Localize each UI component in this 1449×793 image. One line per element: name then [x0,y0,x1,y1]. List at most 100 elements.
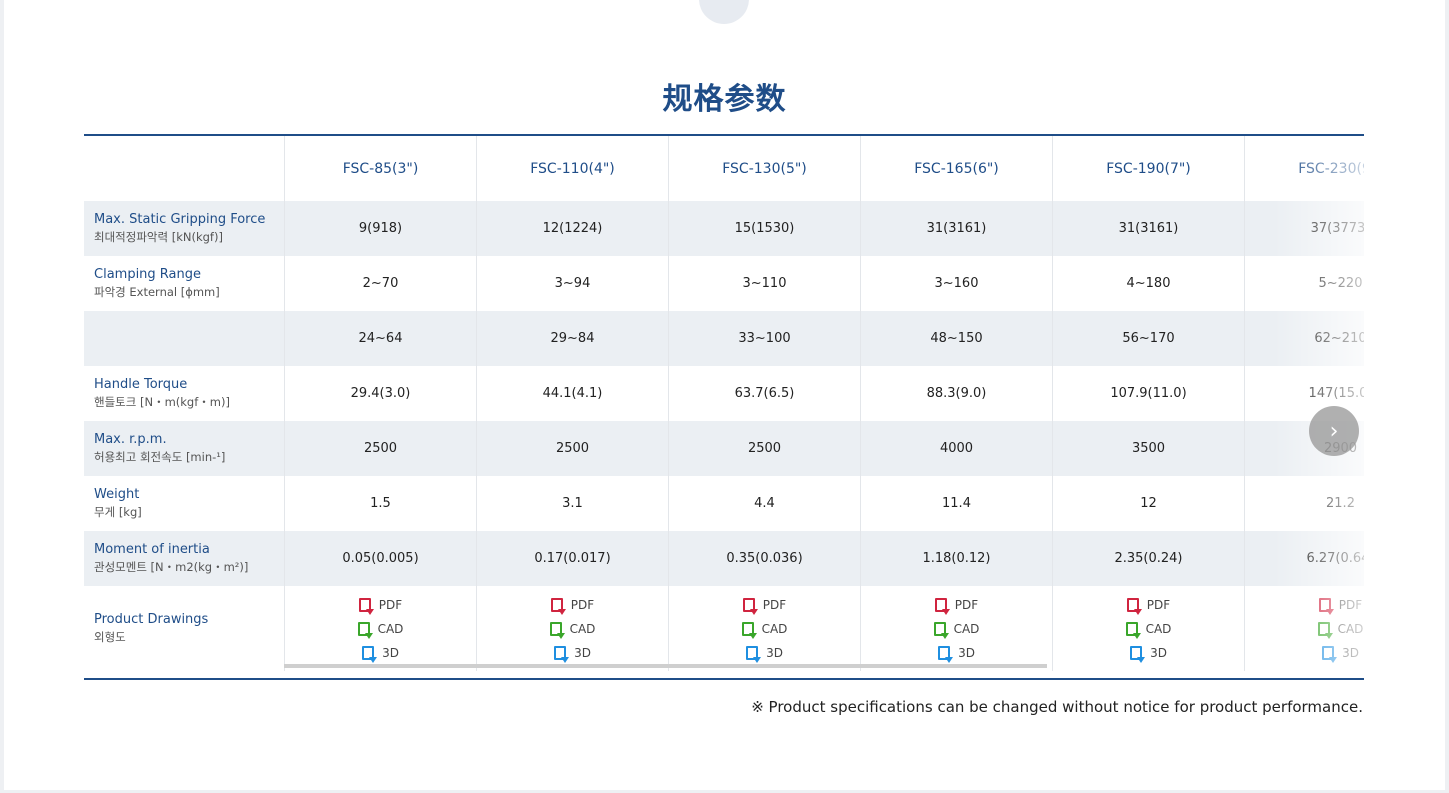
chevron-right-icon: › [1329,418,1339,444]
row-label: Handle Torque 핸들토크 [N・m(kgf・m)] [84,366,284,421]
drawing-link-label: PDF [1146,597,1171,612]
drawing-link-label: 3D [574,645,591,660]
next-arrow-button[interactable]: › [1309,406,1359,456]
drawing-link-label: CAD [1337,621,1364,636]
drawing-link-label: PDF [762,597,787,612]
drawings-cell: PDF CAD 3D [861,586,1052,671]
pdf-file-icon [358,597,374,615]
drawing-link-label: 3D [766,645,783,660]
spec-value: 2500 [669,421,860,476]
3d-file-icon [362,645,378,663]
model-header: FSC-110(4") [530,160,615,177]
spec-value: 4000 [861,421,1052,476]
model-header: FSC-130(5") [722,160,807,177]
model-column: FSC-85(3") 9(918) 2~70 24~64 29.4(3.0) 2500 1.… [284,136,476,671]
cad-file-icon [1125,621,1141,639]
spec-value: 0.17(0.017) [477,531,668,586]
header-label-cell [84,136,284,201]
row-label-ko: 파악경 External [ϕmm] [94,285,220,299]
spec-value: 4.4 [754,496,775,511]
drawing-link-pdf[interactable]: PDF [742,593,787,617]
spec-value: 4~180 [1126,276,1171,291]
drawing-link-cad[interactable]: CAD [549,617,595,641]
spec-value: 2.35(0.24) [1053,531,1244,586]
spec-value: 48~150 [861,311,1052,366]
row-label: Max. r.p.m. 허용최고 회전속도 [min-¹] [84,421,284,476]
drawing-link-3d[interactable]: 3D [1130,641,1167,665]
drawing-link-cad[interactable]: CAD [1317,617,1364,641]
drawing-link-pdf[interactable]: PDF [550,593,595,617]
spec-value: 3.1 [562,496,583,511]
3d-file-icon [1322,645,1338,663]
drawing-link-label: CAD [953,621,980,636]
cad-file-icon [933,621,949,639]
spec-value: 9(918) [285,201,476,256]
model-header: FSC-165(6") [914,160,999,177]
row-label-en: Handle Torque [94,377,188,392]
row-labels: Max. Static Gripping Force 최대적정파악력 [kN(kg… [84,136,284,671]
drawing-link-cad[interactable]: CAD [741,617,787,641]
row-label-ko: 최대적정파악력 [kN(kgf)] [94,230,223,244]
spec-value: 1.5 [370,496,391,511]
drawing-link-cad[interactable]: CAD [1125,617,1172,641]
drawing-link-pdf[interactable]: PDF [1126,593,1171,617]
spec-value: 2500 [477,421,668,476]
spec-scroll-area[interactable]: FSC-85(3") 9(918) 2~70 24~64 29.4(3.0) 2500 1.… [284,136,1364,676]
spec-value: 3500 [1053,421,1244,476]
spec-value: 24~64 [285,311,476,366]
horizontal-scrollbar[interactable] [284,664,1047,668]
spec-value: 31(3161) [861,201,1052,256]
pdf-file-icon [742,597,758,615]
cad-file-icon [549,621,565,639]
drawing-link-3d[interactable]: 3D [938,641,975,665]
drawing-link-3d[interactable]: 3D [362,641,399,665]
spec-value: 0.05(0.005) [285,531,476,586]
row-label-ko: 관성모멘트 [N・m2(kg・m²)] [94,560,249,574]
pdf-file-icon [1126,597,1142,615]
drawings-cell: PDF CAD 3D [477,586,668,671]
row-label-en: Clamping Range [94,267,202,282]
drawings-cell: PDF CAD 3D [1245,586,1364,671]
drawing-link-cad[interactable]: CAD [357,617,404,641]
drawing-link-pdf[interactable]: PDF [1318,593,1363,617]
spec-value: 107.9(11.0) [1110,386,1187,401]
spec-value: 44.1(4.1) [542,386,603,401]
cad-file-icon [1317,621,1333,639]
model-column: FSC-110(4") 12(1224) 3~94 29~84 44.1(4.1) 250… [476,136,668,671]
drawing-link-label: PDF [570,597,595,612]
spec-value: 62~210 [1245,311,1364,366]
spec-value: 33~100 [669,311,860,366]
drawing-link-3d[interactable]: 3D [1322,641,1359,665]
pdf-file-icon [934,597,950,615]
spec-value: 29~84 [477,311,668,366]
drawing-link-3d[interactable]: 3D [554,641,591,665]
drawing-link-cad[interactable]: CAD [933,617,980,641]
cad-file-icon [357,621,373,639]
spec-notice: ※ Product specifications can be changed … [751,698,1363,716]
drawing-link-label: 3D [1342,645,1359,660]
spec-value: 2500 [285,421,476,476]
drawing-link-label: CAD [377,621,404,636]
drawing-link-label: CAD [1145,621,1172,636]
pdf-file-icon [1318,597,1334,615]
row-label-ko: 무게 [kg] [94,505,142,519]
drawing-link-label: 3D [1150,645,1167,660]
page-title: 规格参数 [662,82,787,117]
drawing-link-label: PDF [1338,597,1363,612]
spec-value: 0.35(0.036) [669,531,860,586]
spec-columns: FSC-85(3") 9(918) 2~70 24~64 29.4(3.0) 2500 1.… [284,136,1364,671]
row-label [84,311,284,366]
drawing-link-pdf[interactable]: PDF [934,593,978,617]
drawing-link-pdf[interactable]: PDF [358,593,402,617]
row-label-en: Product Drawings [94,612,209,627]
row-label: Max. Static Gripping Force 최대적정파악력 [kN(kg… [84,201,284,256]
drawings-cell: PDF CAD 3D [285,586,476,671]
drawing-link-3d[interactable]: 3D [746,641,783,665]
drawings-cell: PDF CAD 3D [1053,586,1244,671]
spec-value: 63.7(6.5) [734,386,795,401]
row-label-drawings: Product Drawings 외형도 [84,586,284,671]
drawing-link-label: 3D [958,645,975,660]
model-column: FSC-230(9")37(3773)5~22062~210147(15.0)2… [1244,136,1364,671]
spec-value: 88.3(9.0) [926,386,987,401]
pdf-file-icon [550,597,566,615]
